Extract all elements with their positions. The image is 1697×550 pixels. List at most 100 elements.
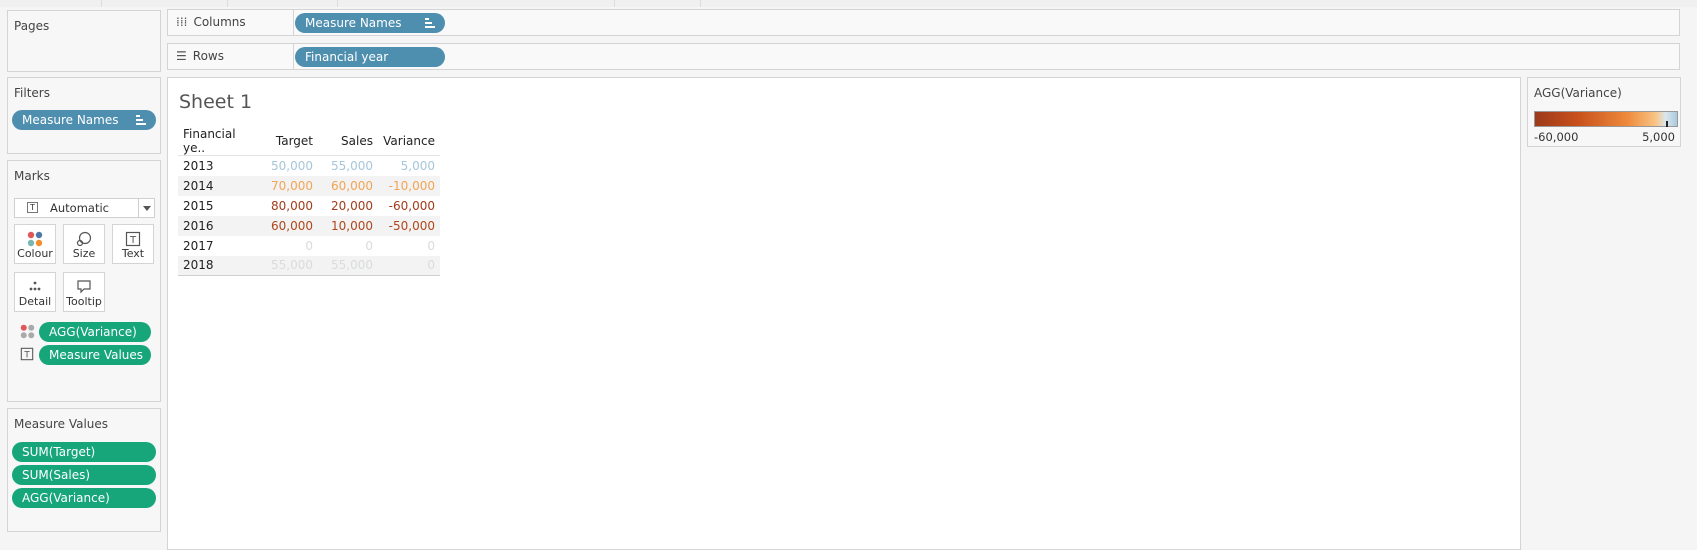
pages-shelf[interactable]: Pages [7, 10, 161, 72]
measure-value-pill[interactable]: SUM(Sales) [12, 465, 156, 485]
rows-icon: ☰ [176, 49, 187, 63]
colour-legend[interactable]: AGG(Variance) -60,000 5,000 [1527, 77, 1681, 147]
marks-field-label: AGG(Variance) [49, 325, 137, 339]
svg-text:T: T [129, 235, 137, 246]
cell-financial-year[interactable]: 2017 [178, 236, 262, 256]
cell-financial-year[interactable]: 2013 [178, 156, 262, 176]
cell-variance[interactable]: -50,000 [378, 215, 440, 236]
sheet-title[interactable]: Sheet 1 [179, 91, 252, 113]
cell-target[interactable]: 60,000 [262, 215, 318, 236]
cell-variance[interactable]: 0 [378, 255, 440, 276]
columns-shelf-label: ⁞⁞⁞ Columns [176, 15, 246, 29]
measure-value-label: SUM(Sales) [22, 468, 91, 482]
legend-title: AGG(Variance) [1534, 86, 1622, 100]
colour-button[interactable]: Colour [14, 224, 56, 264]
table-row[interactable]: 2015 80,000 20,000 -60,000 [178, 196, 440, 216]
cell-sales[interactable]: 55,000 [318, 156, 378, 176]
cell-target[interactable]: 70,000 [262, 175, 318, 196]
detail-icon [29, 281, 41, 291]
size-button[interactable]: Size [63, 224, 105, 264]
tooltip-label: Tooltip [66, 295, 102, 308]
detail-label: Detail [18, 295, 52, 308]
measure-values-title: Measure Values [14, 417, 109, 431]
cell-target[interactable]: 50,000 [262, 156, 318, 176]
shelf-divider [293, 44, 294, 69]
tab-divider [700, 0, 701, 7]
shelf-divider [293, 10, 294, 35]
table-row[interactable]: 2017 0 0 0 [178, 236, 440, 256]
colour-icon [27, 231, 43, 247]
tab-divider [227, 0, 228, 7]
measure-value-label: SUM(Target) [22, 445, 96, 459]
cell-sales[interactable]: 10,000 [318, 215, 378, 236]
tooltip-button[interactable]: Tooltip [63, 272, 105, 312]
size-icon [76, 231, 92, 247]
table-row[interactable]: 2016 60,000 10,000 -50,000 [178, 215, 440, 236]
cell-financial-year[interactable]: 2016 [178, 215, 262, 236]
colour-label: Colour [17, 247, 53, 260]
marks-field-agg-variance[interactable]: AGG(Variance) [39, 322, 151, 342]
tab-divider [337, 0, 338, 7]
cell-target[interactable]: 55,000 [262, 255, 318, 276]
header-financial-year[interactable]: Financial ye.. [178, 127, 262, 156]
chevron-down-icon [143, 206, 151, 211]
tab-divider [614, 0, 615, 7]
marks-field-label: Measure Values [49, 348, 144, 362]
header-sales[interactable]: Sales [318, 127, 378, 156]
columns-pill-label: Measure Names [305, 16, 402, 30]
header-variance[interactable]: Variance [378, 127, 440, 156]
legend-max-label: 5,000 [1642, 130, 1675, 144]
cell-variance[interactable]: -10,000 [378, 175, 440, 196]
measure-value-pill[interactable]: AGG(Variance) [12, 488, 156, 508]
cell-sales[interactable]: 0 [318, 236, 378, 256]
columns-shelf[interactable]: ⁞⁞⁞ Columns Measure Names [167, 9, 1680, 36]
worksheet-canvas[interactable]: Sheet 1 Financial ye.. Target Sales Vari… [167, 77, 1521, 550]
text-mark-icon: T [27, 202, 38, 213]
filters-shelf[interactable]: Filters Measure Names [7, 77, 161, 154]
rows-shelf[interactable]: ☰ Rows Financial year [167, 43, 1680, 70]
rows-pill-financial-year[interactable]: Financial year [295, 47, 445, 67]
text-table[interactable]: Financial ye.. Target Sales Variance 201… [178, 127, 440, 276]
cell-target[interactable]: 80,000 [262, 196, 318, 216]
tab-divider [101, 0, 102, 7]
cell-target[interactable]: 0 [262, 236, 318, 256]
cell-sales[interactable]: 55,000 [318, 255, 378, 276]
mark-type-label: Automatic [50, 201, 109, 215]
measure-value-pill[interactable]: SUM(Target) [12, 442, 156, 462]
cell-sales[interactable]: 20,000 [318, 196, 378, 216]
text-icon: T [20, 347, 34, 361]
sort-icon [425, 18, 435, 28]
cell-variance[interactable]: 0 [378, 236, 440, 256]
detail-button[interactable]: Detail [14, 272, 56, 312]
filter-pill-label: Measure Names [22, 113, 119, 127]
cell-financial-year[interactable]: 2014 [178, 175, 262, 196]
dropdown-divider [138, 199, 139, 217]
legend-min-label: -60,000 [1534, 130, 1579, 144]
pages-title: Pages [14, 19, 50, 33]
text-button[interactable]: T Text [112, 224, 154, 264]
size-label: Size [72, 247, 96, 260]
table-row[interactable]: 2014 70,000 60,000 -10,000 [178, 175, 440, 196]
table-row[interactable]: 2018 55,000 55,000 0 [178, 255, 440, 276]
header-target[interactable]: Target [262, 127, 318, 156]
rows-pill-label: Financial year [305, 50, 389, 64]
tooltip-icon [77, 280, 91, 294]
cell-variance[interactable]: -60,000 [378, 196, 440, 216]
columns-pill-measure-names[interactable]: Measure Names [295, 13, 445, 33]
zero-marker [1666, 121, 1668, 127]
text-label: Text [121, 247, 145, 260]
svg-text:T: T [23, 351, 30, 361]
cell-variance[interactable]: 5,000 [378, 156, 440, 176]
text-icon: T [125, 231, 141, 247]
cell-financial-year[interactable]: 2018 [178, 255, 262, 276]
filter-pill-measure-names[interactable]: Measure Names [12, 110, 156, 130]
mark-type-dropdown[interactable]: T Automatic [14, 198, 155, 218]
marks-field-measure-values[interactable]: Measure Values [39, 345, 151, 365]
measure-values-card: Measure Values SUM(Target) SUM(Sales) AG… [7, 408, 161, 532]
columns-icon: ⁞⁞⁞ [176, 15, 188, 29]
cell-financial-year[interactable]: 2015 [178, 196, 262, 216]
colour-icon [20, 324, 35, 339]
table-row[interactable]: 2013 50,000 55,000 5,000 [178, 156, 440, 176]
marks-title: Marks [14, 169, 50, 183]
cell-sales[interactable]: 60,000 [318, 175, 378, 196]
